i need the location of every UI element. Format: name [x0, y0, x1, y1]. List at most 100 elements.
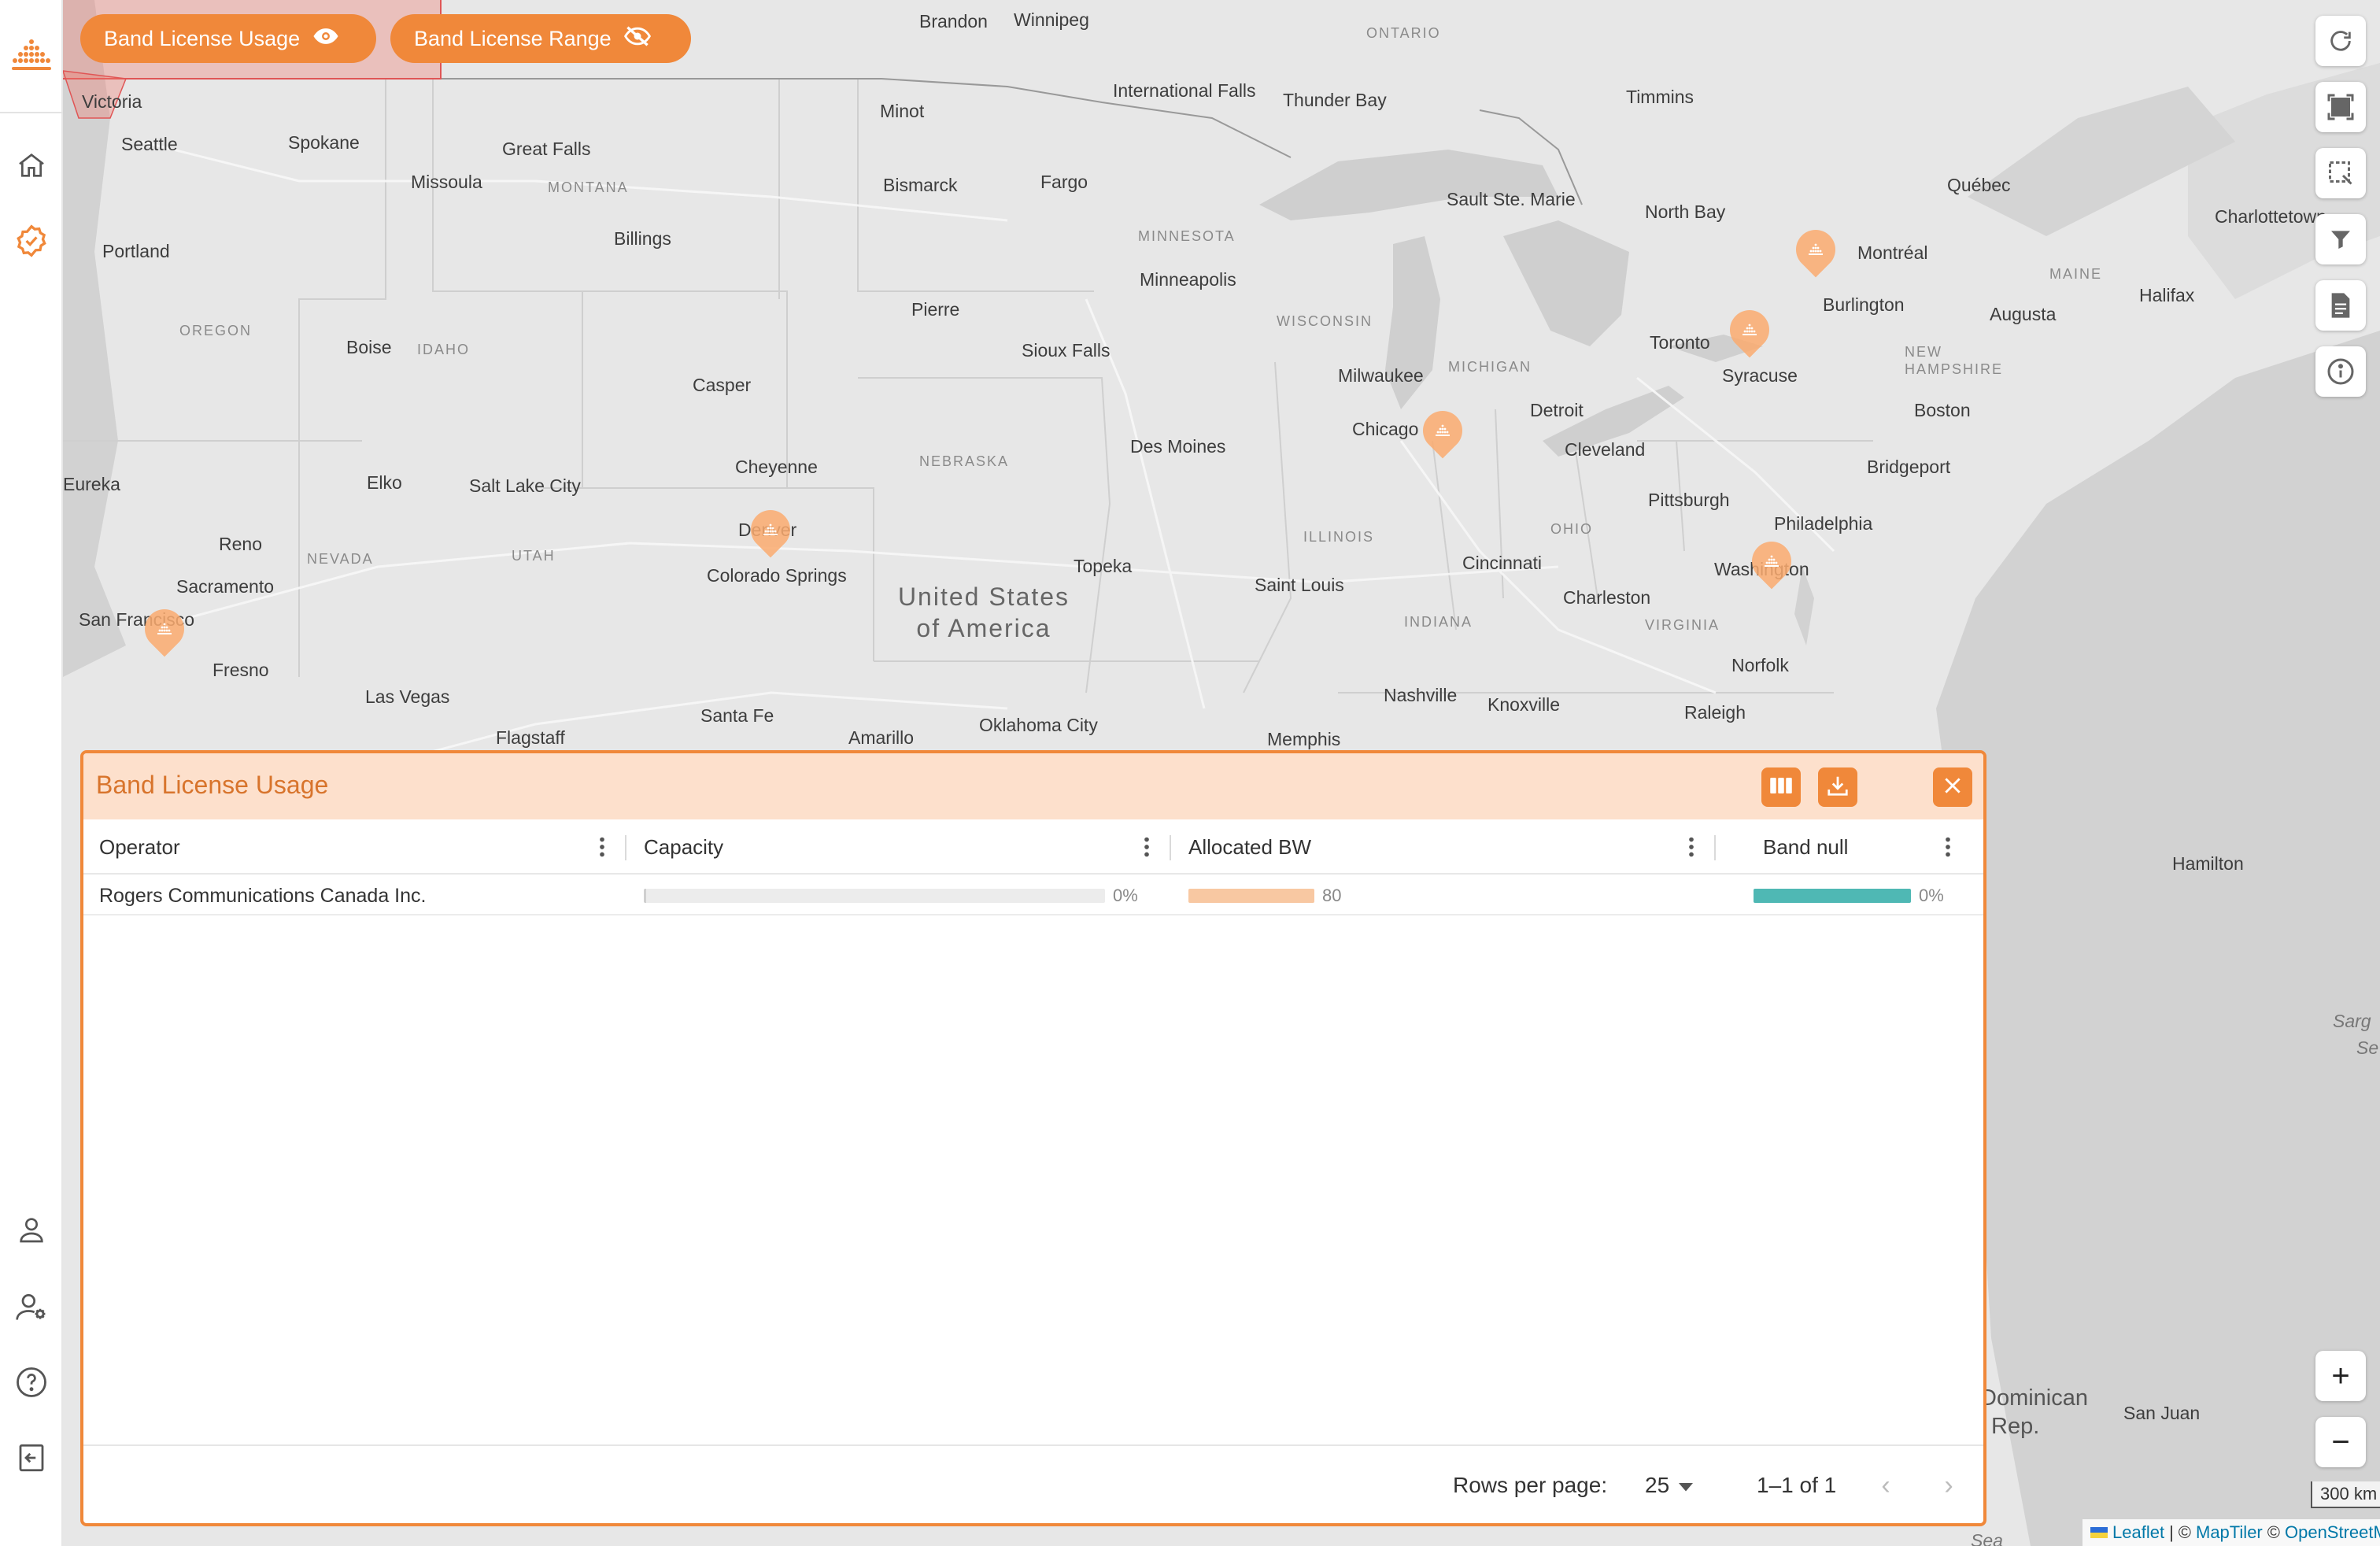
region-label: NEW HAMPSHIRE	[1905, 344, 2004, 377]
document-icon[interactable]	[2315, 280, 2366, 331]
city-label: Québec	[1947, 175, 2011, 195]
column-menu-icon[interactable]	[1680, 835, 1703, 859]
city-label: Cheyenne	[735, 457, 818, 477]
signal-marker-icon	[154, 619, 175, 639]
user-icon[interactable]	[9, 1208, 54, 1252]
city-label: Knoxville	[1488, 694, 1561, 715]
column-header-capacity[interactable]: Capacity	[644, 819, 723, 875]
city-label: Great Falls	[502, 139, 591, 159]
city-label: Des Moines	[1130, 436, 1226, 457]
city-label: Minneapolis	[1140, 269, 1236, 290]
city-label: Fresno	[213, 660, 269, 680]
user-gear-icon[interactable]	[9, 1285, 54, 1329]
region-label: VIRGINIA	[1645, 617, 1720, 633]
city-label: Spokane	[288, 132, 360, 153]
band-null-bar	[1754, 889, 1911, 903]
caret-down-icon	[1679, 1473, 1694, 1498]
chevron-right-icon[interactable]: ›	[1933, 1470, 1964, 1501]
openstreetmap-link[interactable]: OpenStreetMap	[2285, 1522, 2380, 1543]
signal-logo-icon[interactable]	[0, 0, 63, 113]
column-header-operator[interactable]: Operator	[99, 819, 180, 875]
city-label: Syracuse	[1722, 365, 1798, 386]
region-label: INDIANA	[1404, 614, 1473, 630]
eye-off-icon	[623, 25, 651, 53]
column-menu-icon[interactable]	[590, 835, 614, 859]
city-label: Reno	[219, 534, 262, 554]
rows-per-page-value: 25	[1645, 1473, 1670, 1497]
maptiler-link[interactable]: MapTiler	[2196, 1522, 2263, 1543]
band-license-usage-panel: Band License Usage Operator Capacity All…	[80, 750, 1986, 1526]
region-label: MICHIGAN	[1448, 359, 1532, 375]
close-button[interactable]	[1933, 767, 1972, 807]
column-header-band-null[interactable]: Band null	[1763, 819, 1848, 875]
signal-marker-icon	[1761, 551, 1782, 571]
columns-button[interactable]	[1761, 767, 1801, 807]
city-label: Saint Louis	[1255, 575, 1344, 595]
column-header-allocated-bw[interactable]: Allocated BW	[1188, 819, 1311, 875]
osm-copyright: ©	[2267, 1522, 2280, 1542]
capacity-bar	[644, 889, 1105, 903]
eye-icon	[312, 27, 339, 51]
city-label: Rep.	[1991, 1414, 2040, 1439]
region-label: NEVADA	[307, 551, 374, 567]
zoom-in-button[interactable]: +	[2315, 1351, 2366, 1401]
map-scale: 300 km	[2311, 1481, 2380, 1508]
column-menu-icon[interactable]	[1135, 835, 1159, 859]
layer-toggle-usage[interactable]: Band License Usage	[80, 14, 376, 63]
city-label: Winnipeg	[1014, 9, 1089, 30]
region-label: UTAH	[512, 548, 556, 564]
city-label: Pierre	[911, 299, 960, 320]
chevron-left-icon[interactable]: ‹	[1870, 1470, 1901, 1501]
city-label: Seattle	[121, 134, 178, 154]
city-label: Sea	[1971, 1530, 2003, 1546]
info-icon[interactable]	[2315, 346, 2366, 397]
country-label: United States of America	[850, 581, 1118, 644]
help-circle-icon[interactable]	[9, 1360, 54, 1404]
city-label: Santa Fe	[700, 705, 774, 726]
city-label: Milwaukee	[1338, 365, 1424, 386]
panel-header: Band License Usage	[83, 753, 1983, 819]
column-separator[interactable]	[1170, 835, 1171, 860]
city-label: Sarg	[2333, 1011, 2371, 1031]
close-icon	[1942, 775, 1963, 800]
city-label: Cleveland	[1565, 439, 1646, 460]
rows-per-page-select[interactable]: 25	[1645, 1473, 1694, 1498]
city-label: Victoria	[82, 91, 142, 112]
badge-check-icon[interactable]	[9, 219, 54, 263]
column-separator[interactable]	[1714, 835, 1716, 860]
cell-operator: Rogers Communications Canada Inc.	[99, 884, 427, 907]
pagination-range: 1–1 of 1	[1757, 1473, 1837, 1497]
band-null-percent: 0%	[1919, 886, 1944, 905]
city-label: Topeka	[1074, 556, 1133, 576]
filter-icon[interactable]	[2315, 214, 2366, 264]
box-select-icon[interactable]	[2315, 148, 2366, 198]
column-menu-icon[interactable]	[1936, 835, 1960, 859]
city-label: Charlottetown	[2215, 206, 2326, 227]
city-label: Amarillo	[848, 727, 915, 748]
table-header: Operator Capacity Allocated BW Band null	[83, 819, 1983, 875]
leaflet-link[interactable]: Leaflet	[2112, 1522, 2164, 1543]
rows-per-page-label: Rows per page:	[1453, 1473, 1608, 1497]
city-label: Oklahoma City	[979, 715, 1098, 735]
city-label: Augusta	[1990, 304, 2057, 324]
city-label: Flagstaff	[496, 727, 565, 748]
city-label: Salt Lake City	[469, 475, 581, 496]
refresh-icon[interactable]	[2315, 16, 2366, 66]
download-button[interactable]	[1818, 767, 1857, 807]
layer-toggle-range-label: Band License Range	[414, 26, 612, 50]
city-label: Casper	[693, 375, 752, 395]
city-label: Thunder Bay	[1283, 90, 1387, 110]
capacity-percent: 0%	[1113, 886, 1138, 905]
table-row[interactable]: Rogers Communications Canada Inc. 0% 80 …	[83, 876, 1983, 915]
city-label: Halifax	[2139, 285, 2195, 305]
zoom-out-button[interactable]: −	[2315, 1417, 2366, 1467]
logout-icon[interactable]	[9, 1436, 54, 1480]
layer-toggle-range[interactable]: Band License Range	[390, 14, 691, 63]
region-label: OHIO	[1550, 521, 1594, 537]
city-label: Boise	[346, 337, 392, 357]
column-separator[interactable]	[625, 835, 626, 860]
home-icon[interactable]	[9, 143, 54, 187]
city-label: Hamilton	[2172, 853, 2244, 874]
fit-bounds-icon[interactable]	[2315, 82, 2366, 132]
allocated-bar-fill	[1188, 889, 1314, 903]
